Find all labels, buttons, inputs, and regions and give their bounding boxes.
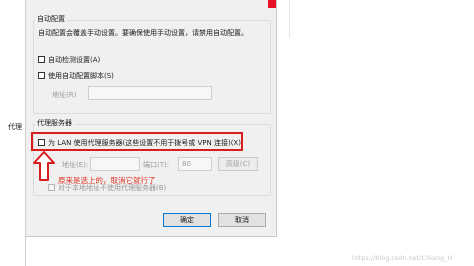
proxy-server-title: 代理服务器: [35, 118, 74, 128]
bypass-local-checkbox[interactable]: [48, 184, 55, 191]
annotation-note: 原来是选上的，取消它就行了: [58, 176, 156, 185]
watermark: https://blog.csdn.net/Chiang_H: [352, 254, 453, 262]
proxy-address-field[interactable]: [90, 157, 140, 171]
auto-config-title: 自动配置: [35, 14, 67, 24]
auto-script-checkbox[interactable]: [38, 72, 45, 79]
auto-detect-checkbox[interactable]: [38, 56, 45, 63]
highlight-box: [31, 132, 243, 151]
script-address-field[interactable]: [88, 86, 212, 100]
port-label: 端口(T):: [143, 161, 170, 169]
up-arrow-icon: [33, 151, 55, 181]
ok-button[interactable]: 确定: [163, 213, 211, 227]
script-address-label: 地址(R): [52, 91, 77, 99]
cancel-button[interactable]: 取消: [218, 213, 266, 227]
side-label: 代理: [8, 123, 22, 131]
advanced-button[interactable]: 高级(C): [218, 157, 258, 171]
proxy-address-label: 地址(E):: [62, 161, 89, 169]
auto-config-description: 自动配置会覆盖手动设置。要确保使用手动设置，请禁用自动配置。: [38, 29, 248, 37]
port-field[interactable]: 80: [178, 157, 212, 171]
close-icon[interactable]: [268, 0, 276, 8]
auto-script-label[interactable]: 使用自动配置脚本(S): [48, 71, 114, 81]
auto-detect-label[interactable]: 自动检测设置(A): [48, 55, 100, 65]
